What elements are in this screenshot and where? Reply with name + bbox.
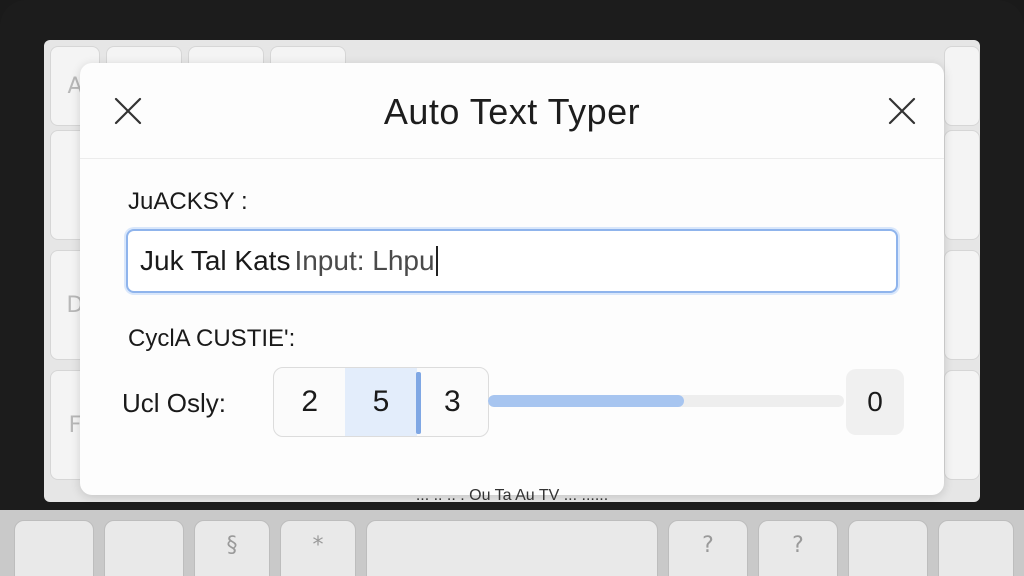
bottom-key bbox=[104, 520, 184, 576]
slider-fill bbox=[488, 395, 684, 407]
bottom-key: * bbox=[280, 520, 356, 576]
bottom-key bbox=[938, 520, 1014, 576]
text-caret bbox=[435, 246, 438, 276]
cycle-label: CyclA CUSTIE': bbox=[128, 325, 296, 352]
slider-track[interactable] bbox=[488, 395, 844, 407]
footer-text: ... .. .. . Ou Ta Au TV ... ...... bbox=[415, 487, 609, 503]
text-input-field[interactable]: Juk Tal Kats Input: Lhpu bbox=[126, 229, 898, 293]
background-key bbox=[944, 46, 980, 126]
bottom-key: ? bbox=[668, 520, 748, 576]
background-key bbox=[944, 130, 980, 240]
close-right-button[interactable] bbox=[884, 93, 920, 129]
row-label: Ucl Osly: bbox=[122, 388, 226, 418]
stepper-option-3[interactable]: 3 bbox=[417, 368, 488, 436]
bottom-key: § bbox=[194, 520, 270, 576]
input-placeholder: Input: Lhpu bbox=[294, 245, 435, 276]
slider-value-box: 0 bbox=[846, 369, 904, 435]
dialog-header: Auto Text Typer bbox=[80, 63, 944, 159]
value-stepper[interactable]: 2 5 3 bbox=[273, 367, 489, 437]
input-value: Juk Tal Kats bbox=[140, 245, 291, 276]
bottom-key: ? bbox=[758, 520, 838, 576]
stepper-option-1[interactable]: 2 bbox=[274, 368, 345, 436]
stepper-option-2[interactable]: 5 bbox=[345, 368, 417, 436]
bottom-key bbox=[14, 520, 94, 576]
bottom-key bbox=[848, 520, 928, 576]
close-icon bbox=[888, 97, 916, 125]
spacebar-key bbox=[366, 520, 658, 576]
background-key bbox=[944, 250, 980, 360]
bottom-key-row: § * ? ? bbox=[0, 510, 1024, 576]
hotkey-label: JuACKSY : bbox=[128, 188, 248, 215]
background-key bbox=[944, 370, 980, 480]
dialog-title: Auto Text Typer bbox=[383, 91, 641, 132]
auto-text-typer-dialog: Auto Text Typer JuACKSY : Juk Tal Kats I… bbox=[80, 63, 944, 495]
stepper-selection-marker bbox=[416, 372, 421, 434]
